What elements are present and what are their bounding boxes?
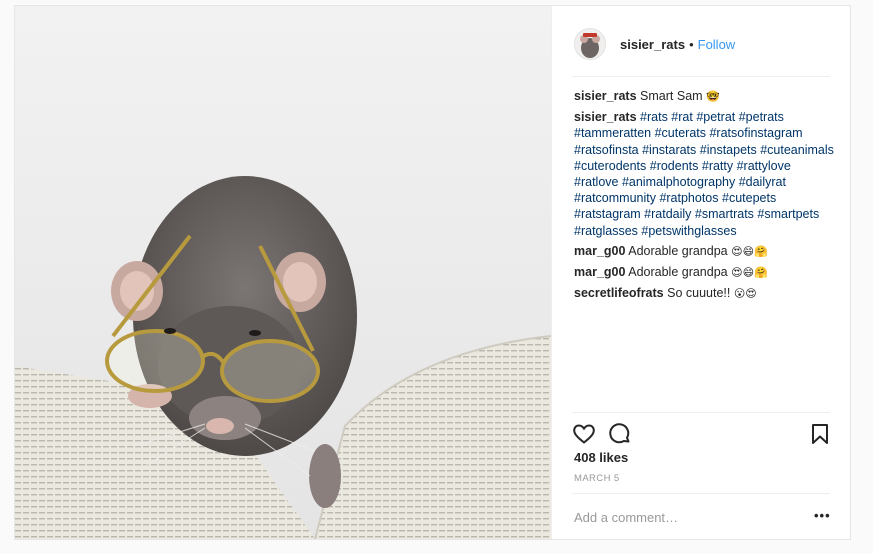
post-header: sisier_rats • Follow <box>574 24 830 64</box>
comment-emoji: 😮😍 <box>733 287 757 301</box>
comment-text: Adorable grandpa <box>628 243 728 258</box>
comment-emoji: 😍😄🤗 <box>731 244 768 258</box>
comments-list: sisier_rats Smart Sam 🤓 sisier_rats #rat… <box>574 88 834 306</box>
comment-button[interactable] <box>608 422 632 446</box>
avatar[interactable] <box>574 28 606 60</box>
separator-dot: • <box>689 36 694 52</box>
comment-text: Adorable grandpa <box>628 265 728 280</box>
comment-box-divider <box>572 493 830 494</box>
hashtag-comment-username[interactable]: sisier_rats <box>574 110 637 124</box>
hashtag-comment: sisier_rats #rats #rat #petrat #petrats … <box>574 109 834 239</box>
comment-username[interactable]: mar_g00 <box>574 265 625 279</box>
heart-outline-icon <box>573 424 595 444</box>
actions-divider <box>572 412 830 413</box>
speech-bubble-icon <box>609 423 630 444</box>
bookmark-icon <box>812 424 828 444</box>
rat-with-glasses-on-book-image <box>15 6 551 539</box>
comment-username[interactable]: mar_g00 <box>574 244 625 258</box>
header-divider <box>572 76 830 77</box>
caption-emoji: 🤓 <box>706 90 720 103</box>
caption: sisier_rats Smart Sam 🤓 <box>574 88 834 105</box>
action-bar <box>572 422 832 446</box>
post-sidebar: sisier_rats • Follow sisier_rats Smart S… <box>551 6 850 539</box>
comment: mar_g00 Adorable grandpa 😍😄🤗 <box>574 243 834 260</box>
username-link[interactable]: sisier_rats <box>620 37 685 52</box>
likes-count[interactable]: 408 likes <box>574 450 628 465</box>
add-comment-input[interactable]: Add a comment… <box>574 510 810 525</box>
rat-avatar-icon <box>575 29 605 59</box>
comment-username[interactable]: secretlifeofrats <box>574 286 664 300</box>
like-button[interactable] <box>572 422 596 446</box>
instagram-post: sisier_rats • Follow sisier_rats Smart S… <box>14 5 851 540</box>
post-photo[interactable] <box>15 6 551 539</box>
follow-button[interactable]: Follow <box>698 37 736 52</box>
hashtag-list[interactable]: #rats #rat #petrat #petrats #tammeratten… <box>574 110 834 237</box>
post-date[interactable]: MARCH 5 <box>574 473 620 484</box>
more-options-button[interactable]: ••• <box>814 508 831 523</box>
save-button[interactable] <box>808 422 832 446</box>
comment: secretlifeofrats So cuuute!! 😮😍 <box>574 285 834 302</box>
caption-text: Smart Sam <box>640 89 703 103</box>
caption-username[interactable]: sisier_rats <box>574 89 637 103</box>
comment: mar_g00 Adorable grandpa 😍😄🤗 <box>574 264 834 281</box>
comment-text: So cuuute!! <box>667 286 731 301</box>
comment-emoji: 😍😄🤗 <box>731 266 768 280</box>
